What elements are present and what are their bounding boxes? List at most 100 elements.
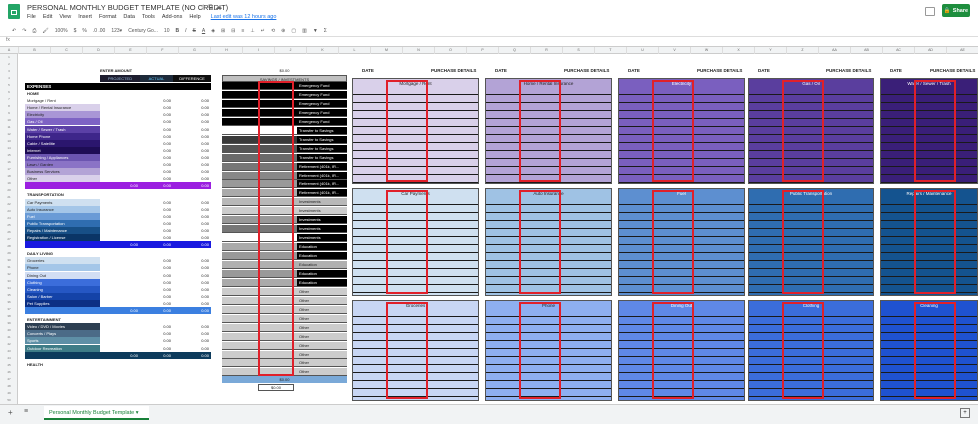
bold-button[interactable]: B <box>175 28 179 34</box>
menu-view[interactable]: View <box>59 14 71 20</box>
column-header-cell[interactable]: Q <box>499 47 531 54</box>
row-header-cell[interactable]: 44 <box>0 355 18 362</box>
paint-format-icon[interactable]: 🖌 <box>42 28 48 34</box>
column-header-cell[interactable]: X <box>723 47 755 54</box>
percent-format-button[interactable]: % <box>82 28 86 34</box>
row-header-cell[interactable]: 13 <box>0 138 18 145</box>
row-header-cell[interactable]: 22 <box>0 201 18 208</box>
column-header-cell[interactable]: D <box>83 47 115 54</box>
column-header-cell[interactable]: V <box>659 47 691 54</box>
row-header-cell[interactable]: 33 <box>0 278 18 285</box>
row-header-cell[interactable]: 43 <box>0 348 18 355</box>
row-header-cell[interactable]: 10 <box>0 117 18 124</box>
last-edit-link[interactable]: Last edit was 12 hours ago <box>211 14 277 20</box>
row-header-cell[interactable]: 12 <box>0 131 18 138</box>
link-icon[interactable]: ⊕ <box>281 28 285 34</box>
wrap-icon[interactable]: ↵ <box>261 28 265 34</box>
menu-format[interactable]: Format <box>99 14 116 20</box>
decimal-buttons[interactable]: .0 .00 <box>93 28 106 34</box>
row-header-cell[interactable]: 9 <box>0 110 18 117</box>
rotate-icon[interactable]: ⟲ <box>271 28 275 34</box>
column-header-cell[interactable]: Y <box>755 47 787 54</box>
column-header-cell[interactable]: G <box>179 47 211 54</box>
column-header-cell[interactable]: N <box>403 47 435 54</box>
row-header-cell[interactable]: 45 <box>0 362 18 369</box>
row-header-cell[interactable]: 42 <box>0 341 18 348</box>
row-header-cell[interactable]: 37 <box>0 306 18 313</box>
row-header-cell[interactable]: 4 <box>0 75 18 82</box>
menu-addons[interactable]: Add-ons <box>162 14 183 20</box>
sheet-tab[interactable]: Personal Monthly Budget Template ▾ <box>44 406 149 420</box>
column-header-cell[interactable]: P <box>467 47 499 54</box>
share-button[interactable]: 🔒 Share <box>942 4 970 17</box>
borders-icon[interactable]: ⊞ <box>221 28 225 34</box>
row-header-cell[interactable]: 31 <box>0 264 18 271</box>
row-header-cell[interactable]: 24 <box>0 215 18 222</box>
row-header-cell[interactable]: 36 <box>0 299 18 306</box>
row-header-cell[interactable]: 11 <box>0 124 18 131</box>
column-header-cell[interactable]: U <box>627 47 659 54</box>
font-size-select[interactable]: 10 <box>164 28 170 34</box>
column-header-cell[interactable]: AA <box>819 47 851 54</box>
column-header-cell[interactable]: S <box>563 47 595 54</box>
column-header-cell[interactable]: AB <box>851 47 883 54</box>
row-header-cell[interactable]: 2 <box>0 61 18 68</box>
row-header-cell[interactable]: 34 <box>0 285 18 292</box>
column-header-cell[interactable]: F <box>147 47 179 54</box>
row-header-cell[interactable]: 21 <box>0 194 18 201</box>
row-header-cell[interactable]: 46 <box>0 369 18 376</box>
row-header-cell[interactable]: 26 <box>0 229 18 236</box>
fill-color-icon[interactable]: ◈ <box>211 28 215 34</box>
row-header-cell[interactable]: 28 <box>0 243 18 250</box>
currency-format-button[interactable]: $ <box>74 28 77 34</box>
menu-data[interactable]: Data <box>123 14 135 20</box>
column-header-cell[interactable]: AC <box>883 47 915 54</box>
print-icon[interactable]: ⎙ <box>32 28 36 34</box>
menu-help[interactable]: Help <box>189 14 200 20</box>
row-header-cell[interactable]: 39 <box>0 320 18 327</box>
row-header-cell[interactable]: 47 <box>0 376 18 383</box>
row-header-cell[interactable]: 32 <box>0 271 18 278</box>
formula-bar[interactable]: fx <box>0 37 978 47</box>
text-color-button[interactable]: A <box>202 28 205 34</box>
row-header-cell[interactable]: 23 <box>0 208 18 215</box>
strikethrough-button[interactable]: S <box>193 28 196 34</box>
valign-icon[interactable]: ⊥ <box>250 28 254 34</box>
document-title[interactable]: PERSONAL MONTHLY BUDGET TEMPLATE (NO CRE… <box>27 3 228 12</box>
add-sheet-icon[interactable]: + <box>8 408 13 417</box>
column-header-cell[interactable]: I <box>243 47 275 54</box>
filter-icon[interactable]: ▼ <box>313 28 318 34</box>
all-sheets-icon[interactable]: ≡ <box>24 408 28 415</box>
column-header-cell[interactable]: AD <box>915 47 947 54</box>
row-header-cell[interactable]: 15 <box>0 152 18 159</box>
column-header-cell[interactable]: E <box>115 47 147 54</box>
row-header-cell[interactable]: 35 <box>0 292 18 299</box>
sheets-logo-icon[interactable] <box>8 4 20 19</box>
redo-icon[interactable]: ↷ <box>22 28 26 34</box>
row-header-cell[interactable]: 48 <box>0 383 18 390</box>
row-header-cell[interactable]: 49 <box>0 390 18 397</box>
row-header-cell[interactable]: 17 <box>0 166 18 173</box>
column-header-cell[interactable]: L <box>339 47 371 54</box>
row-header-cell[interactable]: 30 <box>0 257 18 264</box>
column-header-cell[interactable]: T <box>595 47 627 54</box>
row-header-cell[interactable]: 25 <box>0 222 18 229</box>
column-header-cell[interactable]: A <box>0 47 19 54</box>
zoom-select[interactable]: 100% <box>55 28 68 34</box>
row-header-cell[interactable]: 3 <box>0 68 18 75</box>
column-header-cell[interactable]: O <box>435 47 467 54</box>
menu-file[interactable]: File <box>27 14 36 20</box>
row-header-cell[interactable]: 8 <box>0 103 18 110</box>
menu-tools[interactable]: Tools <box>142 14 155 20</box>
column-header-cell[interactable]: M <box>371 47 403 54</box>
row-header-cell[interactable]: 50 <box>0 397 18 404</box>
row-header-cell[interactable]: 6 <box>0 89 18 96</box>
font-select[interactable]: Century Go... <box>128 28 158 34</box>
row-header-cell[interactable]: 27 <box>0 236 18 243</box>
column-header-cell[interactable]: W <box>691 47 723 54</box>
undo-icon[interactable]: ↶ <box>12 28 16 34</box>
more-formats-select[interactable]: 123▾ <box>111 28 122 34</box>
menu-insert[interactable]: Insert <box>78 14 92 20</box>
row-header-cell[interactable]: 19 <box>0 180 18 187</box>
row-header-cell[interactable]: 16 <box>0 159 18 166</box>
